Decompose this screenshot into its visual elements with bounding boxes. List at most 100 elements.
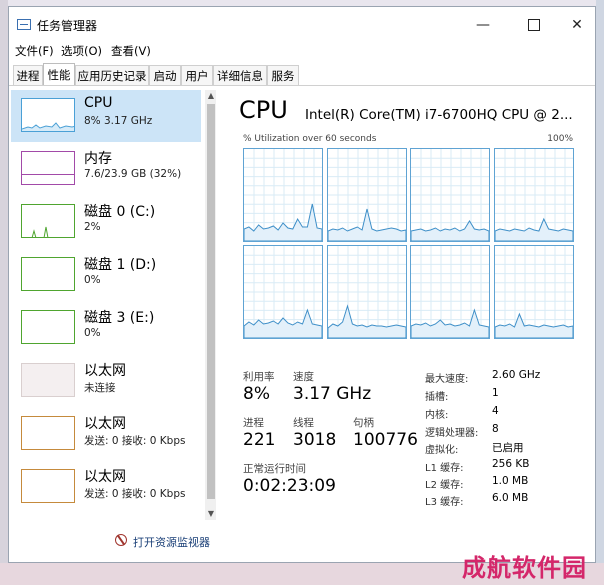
- utilization-graph-max: 100%: [547, 134, 573, 144]
- sidebar-item-name: 磁盘 3 (E:): [84, 310, 155, 326]
- sidebar-item-name: 以太网: [84, 416, 126, 432]
- logical-processor-graph: [493, 148, 575, 243]
- disk-0-thumbnail-graph: [21, 204, 75, 238]
- sidebar-item-disk-1[interactable]: 磁盘 1 (D:) 0%: [11, 249, 201, 301]
- tab-details[interactable]: 详细信息: [213, 65, 267, 85]
- detail-value-virtualization: 已启用: [492, 442, 524, 454]
- cpu-model-name: Intel(R) Core(TM) i7-6700HQ CPU @ 2...: [305, 107, 573, 123]
- maximize-button[interactable]: [514, 13, 554, 37]
- detail-label-logical-processors: 逻辑处理器:: [425, 428, 479, 439]
- title-bar[interactable]: 任务管理器 — ✕: [9, 7, 595, 41]
- sidebar-item-name: 以太网: [84, 469, 126, 485]
- sidebar-item-sub: 0%: [84, 274, 101, 286]
- task-manager-icon: [17, 19, 31, 30]
- page-title: CPU: [239, 96, 288, 124]
- sidebar-item-ethernet-3[interactable]: 以太网 发送: 0 接收: 0 Kbps: [11, 461, 201, 513]
- detail-label-sockets: 插槽:: [425, 392, 449, 403]
- tab-performance[interactable]: 性能: [43, 63, 75, 85]
- tab-services[interactable]: 服务: [267, 65, 299, 85]
- logical-processor-graph: [326, 245, 408, 340]
- tab-processes[interactable]: 进程: [13, 65, 43, 85]
- tab-bar: 进程 性能 应用历史记录 启动 用户 详细信息 服务: [9, 63, 595, 86]
- processes-value: 221: [243, 430, 276, 450]
- handles-value: 100776: [353, 430, 418, 450]
- logical-processor-graph: [410, 148, 491, 243]
- detail-value-l3-cache: 6.0 MB: [492, 492, 529, 504]
- logical-processor-graphs: [243, 148, 575, 342]
- detail-value-max-speed: 2.60 GHz: [492, 369, 541, 381]
- detail-value-sockets: 1: [492, 387, 499, 399]
- disk-0-thumbnail-line: [31, 226, 49, 237]
- detail-value-cores: 4: [492, 405, 499, 417]
- sidebar-item-sub: 8% 3.17 GHz: [84, 115, 153, 127]
- logical-processor-graph: [326, 148, 408, 243]
- sidebar-item-sub: 发送: 0 接收: 0 Kbps: [84, 435, 186, 447]
- detail-label-virtualization: 虚拟化:: [425, 445, 459, 456]
- utilization-label: 利用率: [243, 371, 275, 383]
- threads-value: 3018: [293, 430, 337, 450]
- tab-startup[interactable]: 启动: [149, 65, 181, 85]
- detail-label-l2-cache: L2 缓存:: [425, 480, 464, 491]
- sidebar-item-memory[interactable]: 内存 7.6/23.9 GB (32%): [11, 143, 201, 195]
- sidebar-item-sub: 2%: [84, 221, 101, 233]
- utilization-value: 8%: [243, 384, 270, 404]
- scroll-down-icon[interactable]: ▼: [205, 508, 216, 520]
- threads-label: 线程: [293, 417, 314, 429]
- resource-monitor-icon[interactable]: [115, 534, 127, 546]
- sidebar-item-sub: 未连接: [84, 382, 116, 394]
- menu-bar: 文件(F) 选项(O) 查看(V): [9, 41, 595, 61]
- tab-app-history[interactable]: 应用历史记录: [75, 65, 149, 85]
- detail-label-l1-cache: L1 缓存:: [425, 463, 464, 474]
- desktop-background-left: [0, 0, 8, 585]
- window-title: 任务管理器: [37, 19, 98, 33]
- sidebar-item-sub: 发送: 0 接收: 0 Kbps: [84, 488, 186, 500]
- speed-value: 3.17 GHz: [293, 384, 372, 404]
- processes-label: 进程: [243, 417, 264, 429]
- speed-label: 速度: [293, 371, 314, 383]
- tab-users[interactable]: 用户: [181, 65, 213, 85]
- uptime-label: 正常运行时间: [243, 463, 306, 475]
- menu-view[interactable]: 查看(V): [111, 43, 151, 59]
- watermark-logo: 成航软件园: [462, 553, 587, 582]
- cpu-thumbnail-line: [22, 122, 74, 131]
- ethernet-3-thumbnail-graph: [21, 469, 75, 503]
- menu-options[interactable]: 选项(O): [61, 43, 102, 59]
- desktop-background-right: [596, 0, 604, 585]
- close-icon: ✕: [571, 17, 583, 33]
- sidebar-item-name: 磁盘 1 (D:): [84, 257, 157, 273]
- detail-value-l1-cache: 256 KB: [492, 458, 530, 470]
- close-button[interactable]: ✕: [557, 13, 597, 37]
- task-manager-window: 任务管理器 — ✕ 文件(F) 选项(O) 查看(V) 进程 性能 应用历史记录…: [8, 6, 596, 563]
- detail-label-cores: 内核:: [425, 410, 449, 421]
- minimize-button[interactable]: —: [463, 13, 503, 37]
- sidebar-item-name: CPU: [84, 95, 113, 111]
- sidebar-item-disk-0[interactable]: 磁盘 0 (C:) 2%: [11, 196, 201, 248]
- sidebar-scrollbar[interactable]: ▲ ▼: [205, 90, 216, 520]
- minimize-icon: —: [476, 17, 490, 33]
- disk-3-thumbnail-graph: [21, 310, 75, 344]
- sidebar-item-name: 以太网: [84, 363, 126, 379]
- cpu-detail-panel: CPU Intel(R) Core(TM) i7-6700HQ CPU @ 2.…: [239, 90, 589, 520]
- memory-thumbnail-graph: [21, 151, 75, 185]
- resource-sidebar: CPU 8% 3.17 GHz 内存 7.6/23.9 GB (32%) 磁盘 …: [11, 90, 216, 520]
- detail-value-l2-cache: 1.0 MB: [492, 475, 529, 487]
- scroll-thumb[interactable]: [207, 104, 215, 499]
- disk-1-thumbnail-graph: [21, 257, 75, 291]
- handles-label: 句柄: [353, 417, 374, 429]
- sidebar-item-cpu[interactable]: CPU 8% 3.17 GHz: [11, 90, 201, 142]
- sidebar-item-ethernet-2[interactable]: 以太网 发送: 0 接收: 0 Kbps: [11, 408, 201, 460]
- sidebar-item-name: 内存: [84, 151, 112, 167]
- uptime-value: 0:02:23:09: [243, 476, 336, 496]
- logical-processor-graph: [410, 245, 491, 340]
- logical-processor-graph: [243, 245, 324, 340]
- sidebar-item-disk-3[interactable]: 磁盘 3 (E:) 0%: [11, 302, 201, 354]
- logical-processor-graph: [493, 245, 575, 340]
- open-resource-monitor-link[interactable]: 打开资源监视器: [133, 534, 210, 550]
- cpu-thumbnail-graph: [21, 98, 75, 132]
- ethernet-2-thumbnail-graph: [21, 416, 75, 450]
- menu-file[interactable]: 文件(F): [15, 43, 54, 59]
- scroll-up-icon[interactable]: ▲: [205, 90, 216, 102]
- sidebar-item-ethernet-1[interactable]: 以太网 未连接: [11, 355, 201, 407]
- logical-processor-graph: [243, 148, 324, 243]
- sidebar-item-sub: 7.6/23.9 GB (32%): [84, 168, 182, 180]
